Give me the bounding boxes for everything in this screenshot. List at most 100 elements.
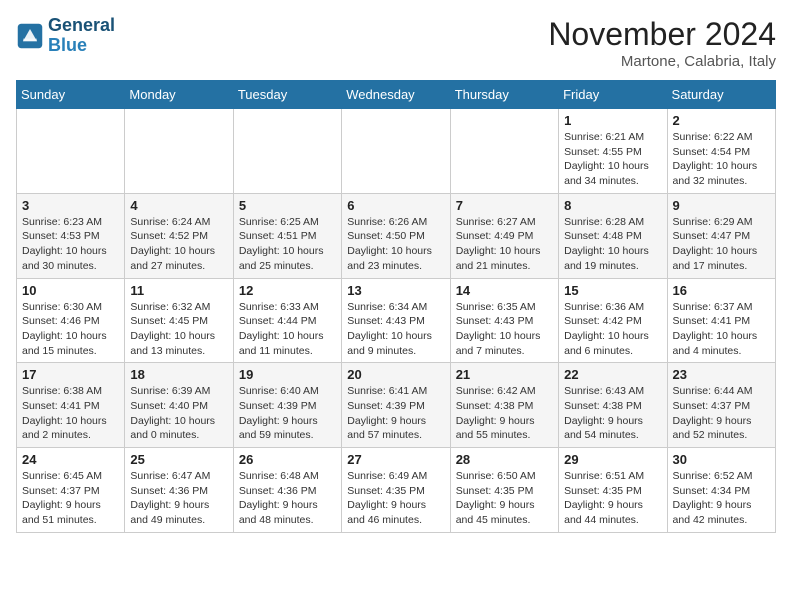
day-info: Sunrise: 6:27 AM Sunset: 4:49 PM Dayligh… [456, 215, 553, 274]
calendar-week-row: 3 Sunrise: 6:23 AM Sunset: 4:53 PM Daylig… [17, 193, 776, 278]
day-number: 19 [239, 367, 336, 382]
day-info: Sunrise: 6:48 AM Sunset: 4:36 PM Dayligh… [239, 469, 336, 528]
day-number: 16 [673, 283, 770, 298]
calendar-cell: 24Sunrise: 6:45 AM Sunset: 4:37 PM Dayli… [17, 448, 125, 533]
day-number: 29 [564, 452, 661, 467]
day-info: Sunrise: 6:47 AM Sunset: 4:36 PM Dayligh… [130, 469, 227, 528]
calendar-cell: 18Sunrise: 6:39 AM Sunset: 4:40 PM Dayli… [125, 363, 233, 448]
calendar-week-row: 1 Sunrise: 6:21 AM Sunset: 4:55 PM Daylig… [17, 109, 776, 194]
day-number: 2 [673, 113, 770, 128]
calendar-cell: 15 Sunrise: 6:36 AM Sunset: 4:42 PM Dayli… [559, 278, 667, 363]
calendar-cell: 16Sunrise: 6:37 AM Sunset: 4:41 PM Dayli… [667, 278, 775, 363]
calendar-cell: 8Sunrise: 6:28 AM Sunset: 4:48 PM Daylig… [559, 193, 667, 278]
day-of-week-header: Wednesday [342, 81, 450, 109]
calendar-cell [450, 109, 558, 194]
day-info: Sunrise: 6:22 AM Sunset: 4:54 PM Dayligh… [673, 130, 770, 189]
day-info: Sunrise: 6:32 AM Sunset: 4:45 PM Dayligh… [130, 300, 227, 359]
day-number: 1 [564, 113, 661, 128]
title-area: November 2024 Martone, Calabria, Italy [548, 16, 776, 70]
day-number: 14 [456, 283, 553, 298]
calendar-cell: 10Sunrise: 6:30 AM Sunset: 4:46 PM Dayli… [17, 278, 125, 363]
day-of-week-header: Monday [125, 81, 233, 109]
calendar-cell [233, 109, 341, 194]
day-number: 22 [564, 367, 661, 382]
day-info: Sunrise: 6:52 AM Sunset: 4:34 PM Dayligh… [673, 469, 770, 528]
day-info: Sunrise: 6:49 AM Sunset: 4:35 PM Dayligh… [347, 469, 444, 528]
calendar-week-row: 17 Sunrise: 6:38 AM Sunset: 4:41 PM Dayli… [17, 363, 776, 448]
calendar-week-row: 10Sunrise: 6:30 AM Sunset: 4:46 PM Dayli… [17, 278, 776, 363]
calendar-header-row: SundayMondayTuesdayWednesdayThursdayFrid… [17, 81, 776, 109]
calendar-cell: 22 Sunrise: 6:43 AM Sunset: 4:38 PM Dayli… [559, 363, 667, 448]
calendar-cell: 17 Sunrise: 6:38 AM Sunset: 4:41 PM Dayli… [17, 363, 125, 448]
day-number: 25 [130, 452, 227, 467]
logo-icon [16, 22, 44, 50]
day-number: 23 [673, 367, 770, 382]
day-number: 5 [239, 198, 336, 213]
day-info: Sunrise: 6:30 AM Sunset: 4:46 PM Dayligh… [22, 300, 119, 359]
logo: GeneralBlue [16, 16, 115, 56]
day-of-week-header: Sunday [17, 81, 125, 109]
calendar-cell: 7Sunrise: 6:27 AM Sunset: 4:49 PM Daylig… [450, 193, 558, 278]
calendar-cell: 14 Sunrise: 6:35 AM Sunset: 4:43 PM Dayli… [450, 278, 558, 363]
day-info: Sunrise: 6:36 AM Sunset: 4:42 PM Dayligh… [564, 300, 661, 359]
day-info: Sunrise: 6:25 AM Sunset: 4:51 PM Dayligh… [239, 215, 336, 274]
calendar-cell: 13Sunrise: 6:34 AM Sunset: 4:43 PM Dayli… [342, 278, 450, 363]
calendar-cell: 12 Sunrise: 6:33 AM Sunset: 4:44 PM Dayli… [233, 278, 341, 363]
calendar-cell [17, 109, 125, 194]
calendar-cell: 21Sunrise: 6:42 AM Sunset: 4:38 PM Dayli… [450, 363, 558, 448]
calendar-cell: 11 Sunrise: 6:32 AM Sunset: 4:45 PM Dayli… [125, 278, 233, 363]
calendar-cell [342, 109, 450, 194]
day-info: Sunrise: 6:21 AM Sunset: 4:55 PM Dayligh… [564, 130, 661, 189]
calendar-cell: 6Sunrise: 6:26 AM Sunset: 4:50 PM Daylig… [342, 193, 450, 278]
calendar-cell: 27 Sunrise: 6:49 AM Sunset: 4:35 PM Dayli… [342, 448, 450, 533]
day-number: 15 [564, 283, 661, 298]
day-of-week-header: Thursday [450, 81, 558, 109]
day-info: Sunrise: 6:44 AM Sunset: 4:37 PM Dayligh… [673, 384, 770, 443]
day-number: 8 [564, 198, 661, 213]
calendar-cell: 29 Sunrise: 6:51 AM Sunset: 4:35 PM Dayli… [559, 448, 667, 533]
day-number: 13 [347, 283, 444, 298]
day-of-week-header: Saturday [667, 81, 775, 109]
calendar-cell: 23 Sunrise: 6:44 AM Sunset: 4:37 PM Dayli… [667, 363, 775, 448]
calendar-week-row: 24Sunrise: 6:45 AM Sunset: 4:37 PM Dayli… [17, 448, 776, 533]
day-info: Sunrise: 6:26 AM Sunset: 4:50 PM Dayligh… [347, 215, 444, 274]
day-of-week-header: Tuesday [233, 81, 341, 109]
day-info: Sunrise: 6:33 AM Sunset: 4:44 PM Dayligh… [239, 300, 336, 359]
calendar-cell: 26 Sunrise: 6:48 AM Sunset: 4:36 PM Dayli… [233, 448, 341, 533]
calendar-cell: 9Sunrise: 6:29 AM Sunset: 4:47 PM Daylig… [667, 193, 775, 278]
calendar-cell: 4 Sunrise: 6:24 AM Sunset: 4:52 PM Daylig… [125, 193, 233, 278]
month-title: November 2024 [548, 16, 776, 53]
day-info: Sunrise: 6:23 AM Sunset: 4:53 PM Dayligh… [22, 215, 119, 274]
day-number: 17 [22, 367, 119, 382]
calendar: SundayMondayTuesdayWednesdayThursdayFrid… [16, 80, 776, 533]
calendar-cell: 5 Sunrise: 6:25 AM Sunset: 4:51 PM Daylig… [233, 193, 341, 278]
day-number: 12 [239, 283, 336, 298]
day-number: 20 [347, 367, 444, 382]
location: Martone, Calabria, Italy [548, 53, 776, 70]
day-number: 4 [130, 198, 227, 213]
calendar-cell: 20 Sunrise: 6:41 AM Sunset: 4:39 PM Dayli… [342, 363, 450, 448]
calendar-cell: 19 Sunrise: 6:40 AM Sunset: 4:39 PM Dayli… [233, 363, 341, 448]
logo-text: GeneralBlue [48, 16, 115, 56]
day-info: Sunrise: 6:45 AM Sunset: 4:37 PM Dayligh… [22, 469, 119, 528]
calendar-cell [125, 109, 233, 194]
day-number: 3 [22, 198, 119, 213]
day-number: 18 [130, 367, 227, 382]
calendar-cell: 30Sunrise: 6:52 AM Sunset: 4:34 PM Dayli… [667, 448, 775, 533]
calendar-cell: 28Sunrise: 6:50 AM Sunset: 4:35 PM Dayli… [450, 448, 558, 533]
day-info: Sunrise: 6:40 AM Sunset: 4:39 PM Dayligh… [239, 384, 336, 443]
day-info: Sunrise: 6:24 AM Sunset: 4:52 PM Dayligh… [130, 215, 227, 274]
day-number: 27 [347, 452, 444, 467]
day-info: Sunrise: 6:43 AM Sunset: 4:38 PM Dayligh… [564, 384, 661, 443]
calendar-cell: 3 Sunrise: 6:23 AM Sunset: 4:53 PM Daylig… [17, 193, 125, 278]
day-info: Sunrise: 6:38 AM Sunset: 4:41 PM Dayligh… [22, 384, 119, 443]
calendar-cell: 25 Sunrise: 6:47 AM Sunset: 4:36 PM Dayli… [125, 448, 233, 533]
day-number: 26 [239, 452, 336, 467]
day-info: Sunrise: 6:41 AM Sunset: 4:39 PM Dayligh… [347, 384, 444, 443]
day-number: 9 [673, 198, 770, 213]
calendar-cell: 1 Sunrise: 6:21 AM Sunset: 4:55 PM Daylig… [559, 109, 667, 194]
day-info: Sunrise: 6:51 AM Sunset: 4:35 PM Dayligh… [564, 469, 661, 528]
page-header: GeneralBlue November 2024 Martone, Calab… [16, 16, 776, 70]
day-number: 11 [130, 283, 227, 298]
day-info: Sunrise: 6:35 AM Sunset: 4:43 PM Dayligh… [456, 300, 553, 359]
